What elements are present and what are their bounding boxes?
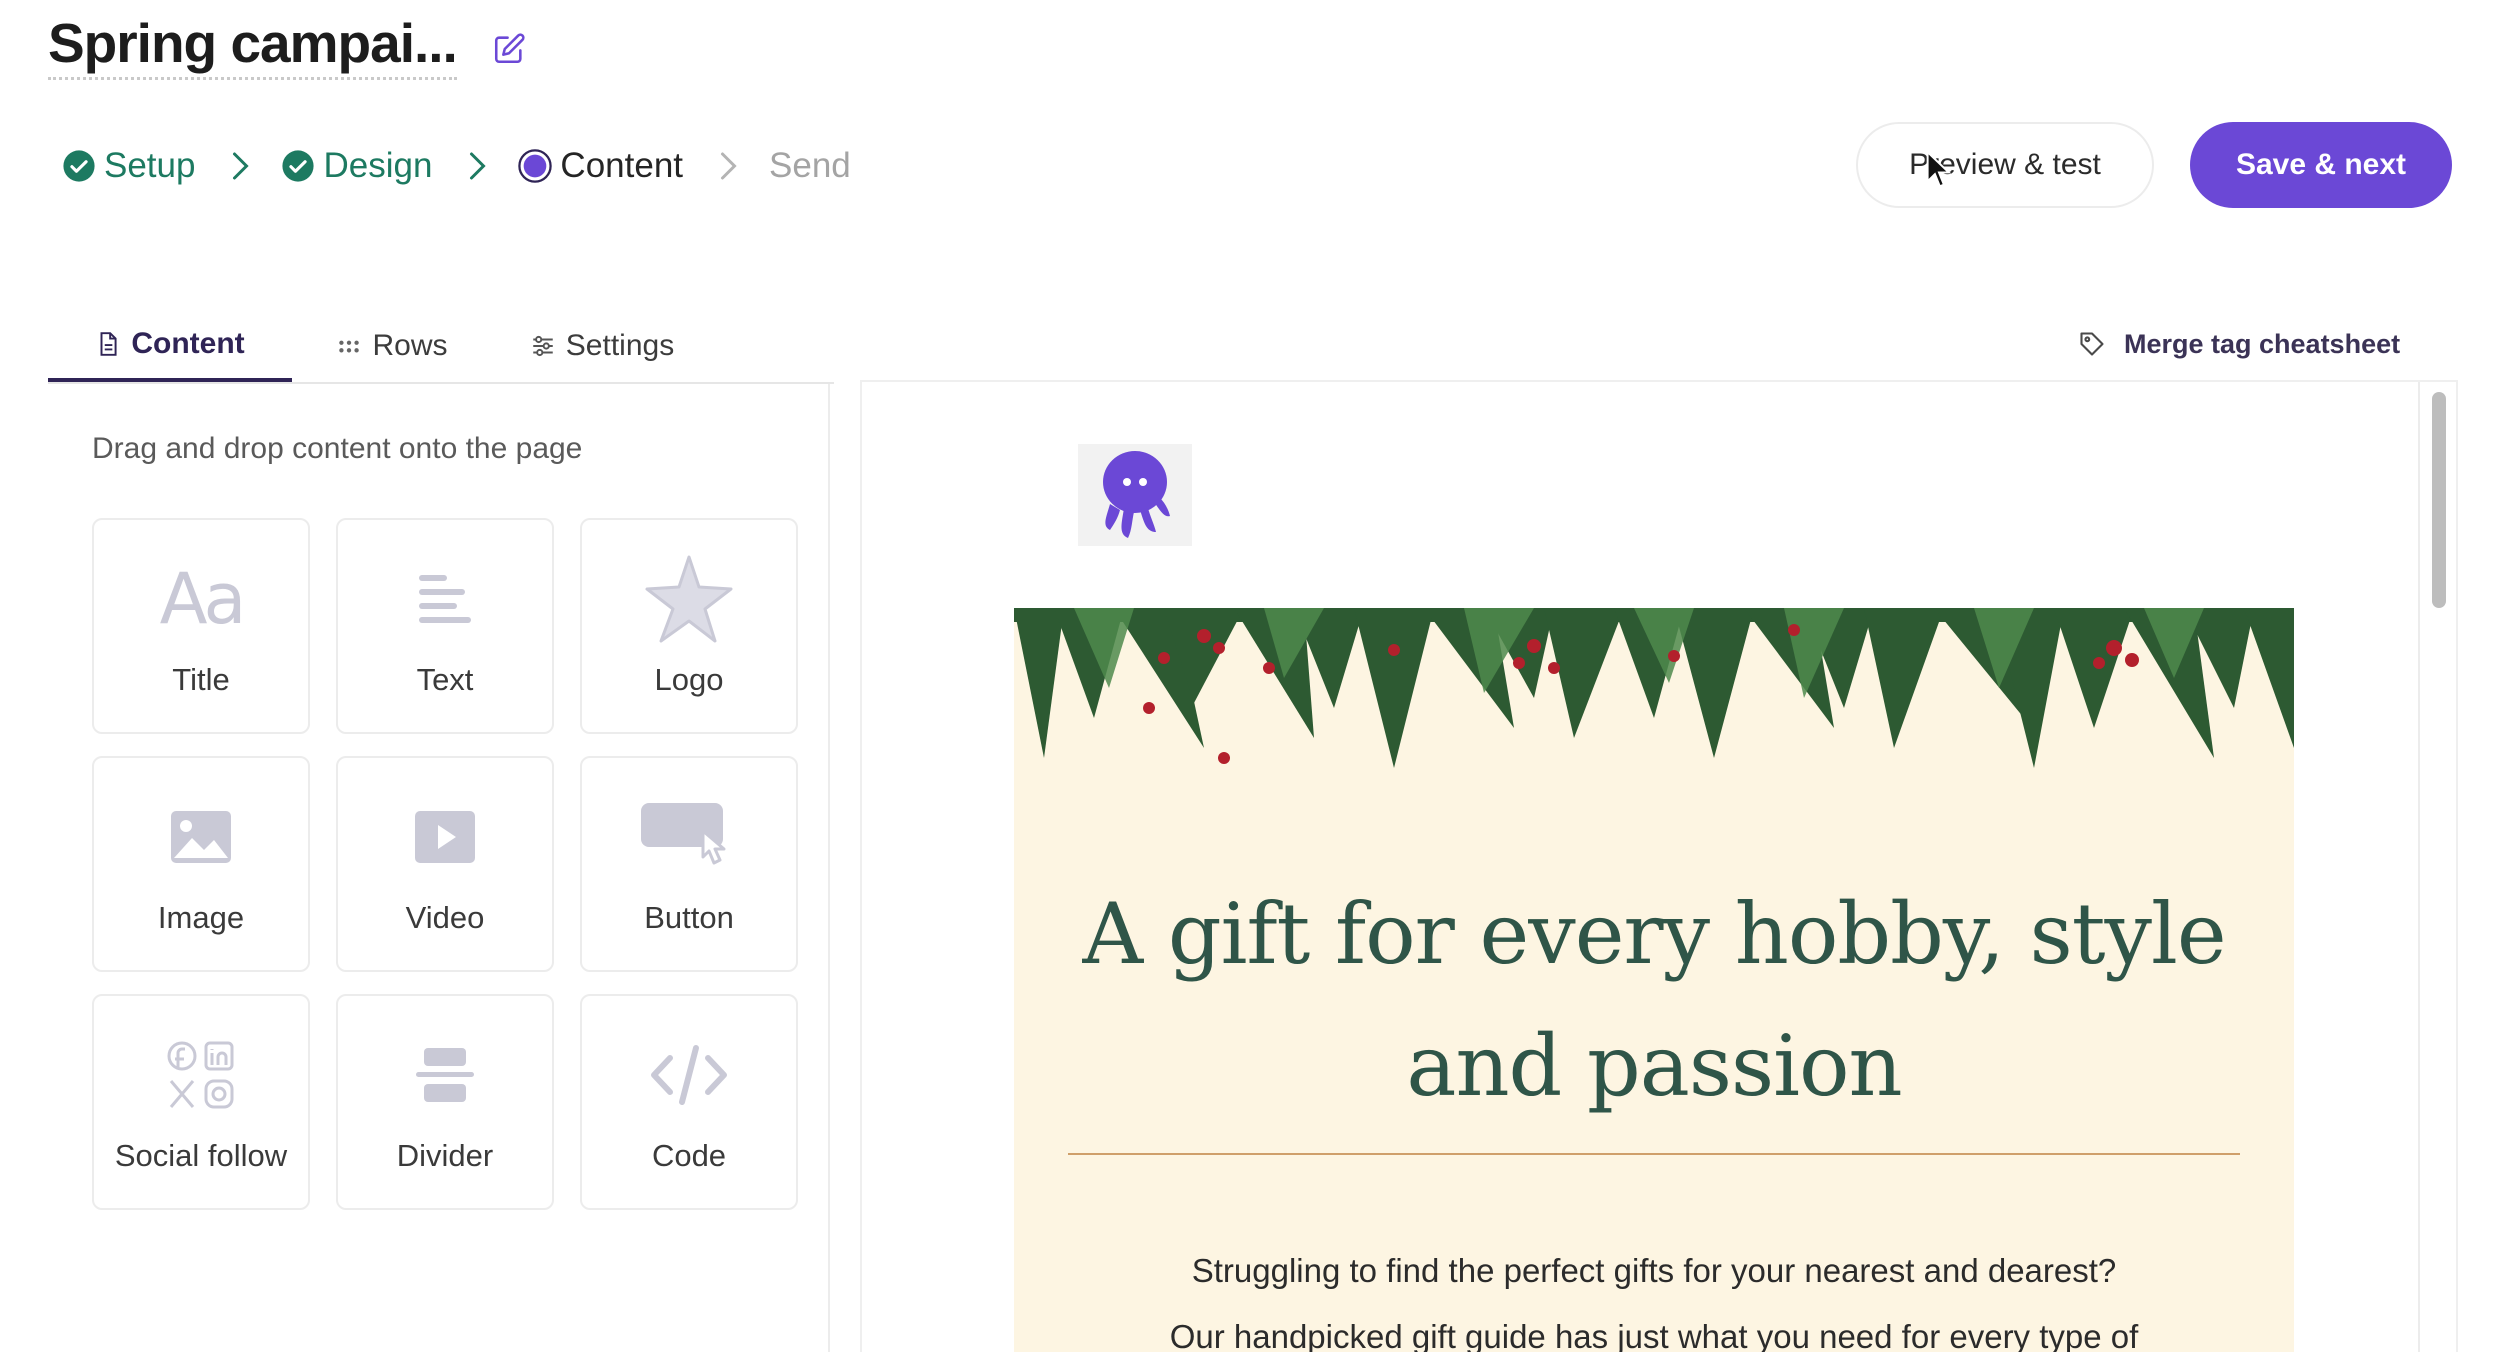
email-canvas[interactable]: A gift for every hobby, style and passio… [860,380,2458,1352]
email-headline[interactable]: A gift for every hobby, style and passio… [1054,868,2254,1132]
star-icon [641,554,737,644]
merge-link-label: Merge tag cheatsheet [2124,328,2401,359]
content-blocks-grid: Aa Title Text Logo Image Video Button So… [92,518,798,1210]
step-label: Send [769,146,851,185]
email-logo[interactable] [1078,444,1192,546]
block-video[interactable]: Video [336,756,554,972]
block-label: Text [416,662,474,697]
block-label: Video [405,900,485,935]
tab-label: Settings [565,329,675,362]
block-label: Social follow [114,1138,288,1173]
preview-test-button[interactable]: Preview & test [1856,122,2154,208]
check-circle-icon [282,150,315,182]
email-body-text[interactable]: Struggling to find the perfect gifts for… [1054,1238,2254,1352]
chevron-right-icon [233,152,250,180]
step-design[interactable]: Design [281,146,432,186]
social-icons-icon [165,1030,237,1120]
step-label: Content [560,146,684,185]
text-lines-icon [415,554,475,644]
block-logo[interactable]: Logo [580,518,798,734]
grid-dots-icon [339,340,360,353]
body-line: Our handpicked gift guide has just what … [1169,1318,2139,1352]
block-button[interactable]: Button [580,756,798,972]
step-label: Setup [104,146,196,185]
tag-icon [2080,332,2104,356]
campaign-title-row: Spring campai... [48,10,531,82]
image-icon [170,792,232,882]
block-label: Divider [396,1138,494,1173]
check-circle-icon [63,150,95,182]
block-label: Code [651,1138,727,1173]
video-play-icon [414,792,476,882]
octopus-logo-icon [1103,451,1170,538]
code-icon [650,1030,728,1120]
tab-content[interactable]: Content [48,310,292,382]
holly-foliage-banner [1014,608,2294,768]
merge-tag-cheatsheet-link[interactable]: Merge tag cheatsheet [2078,322,2400,366]
editor-tabs: Content Rows Settings [48,310,834,384]
current-step-icon [518,149,553,183]
document-icon [100,332,117,356]
block-title[interactable]: Aa Title [92,518,310,734]
title-aa-icon: Aa [159,558,247,640]
save-next-button[interactable]: Save & next [2190,122,2452,208]
panel-divider [828,384,830,1352]
tab-label: Rows [372,329,448,362]
mouse-cursor-icon [1926,150,1952,188]
progress-steps: Setup Design Content Send [62,138,851,194]
tab-label: Content [131,327,245,360]
button-pointer-icon [639,792,739,882]
block-divider[interactable]: Divider [336,994,554,1210]
tab-settings[interactable]: Settings [492,310,712,382]
chevron-right-icon [721,152,737,180]
block-label: Button [644,900,734,935]
canvas-scrollbar[interactable] [2418,382,2456,1352]
step-send[interactable]: Send [769,146,851,186]
edit-pencil-icon[interactable] [487,27,531,71]
block-social-follow[interactable]: Social follow [92,994,310,1210]
step-setup[interactable]: Setup [62,146,195,186]
step-content[interactable]: Content [518,146,683,186]
scrollbar-thumb[interactable] [2432,392,2446,608]
block-label: Logo [654,662,724,697]
block-code[interactable]: Code [580,994,798,1210]
panel-hint: Drag and drop content onto the page [92,432,583,465]
block-image[interactable]: Image [92,756,310,972]
email-divider-line [1068,1153,2240,1155]
step-label: Design [323,146,433,185]
block-text[interactable]: Text [336,518,554,734]
tab-rows[interactable]: Rows [292,310,492,382]
block-label: Title [172,662,230,697]
email-content-block[interactable]: A gift for every hobby, style and passio… [1014,608,2294,1352]
divider-icon [414,1030,476,1120]
campaign-title[interactable]: Spring campai... [48,13,458,80]
block-label: Image [157,900,245,935]
chevron-right-icon [470,152,487,180]
sliders-icon [533,335,553,357]
body-line: Struggling to find the perfect gifts for… [1191,1252,2117,1289]
